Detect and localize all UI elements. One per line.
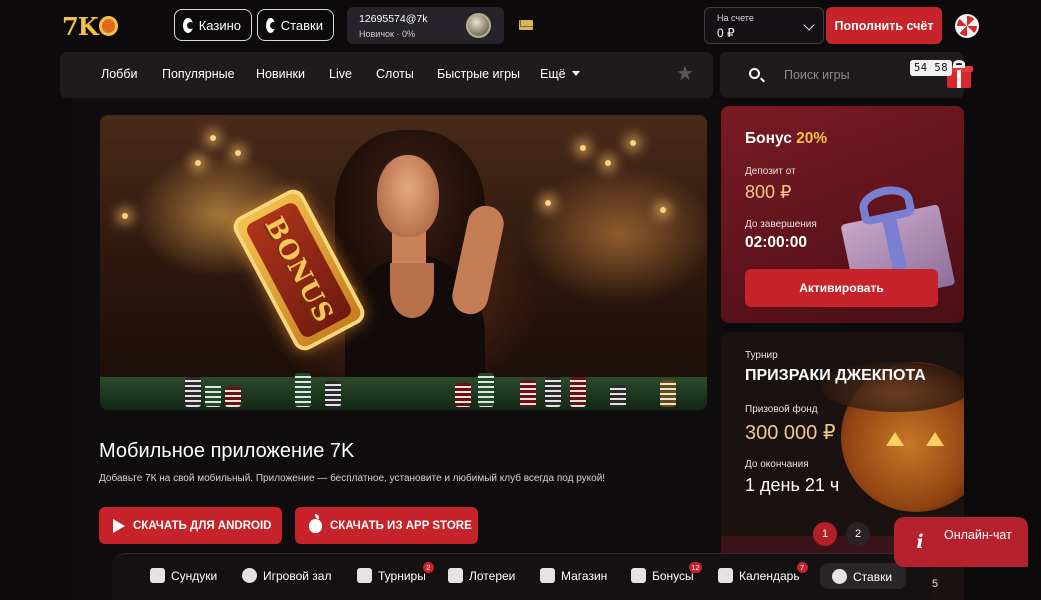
google-play-icon <box>113 518 125 533</box>
app-store-download-button[interactable]: СКАЧАТЬ ИЗ APP STORE <box>295 507 478 544</box>
hero-banner[interactable]: BONUS <box>100 115 707 410</box>
bonus-percent: 20% <box>796 130 828 147</box>
bonus-card-text: BONUS <box>258 212 340 328</box>
nav-more-label: Ещё <box>540 67 566 81</box>
bonus-title-prefix: Бонус <box>745 130 792 147</box>
fortune-wheel-icon[interactable] <box>955 14 979 38</box>
promo-description: Добавьте 7К на свой мобильный. Приложени… <box>99 473 606 484</box>
tournaments-badge: 2 <box>422 561 434 573</box>
bottom-item-label: Магазин <box>561 568 608 583</box>
bottom-item-label: Лотереи <box>469 568 516 583</box>
chevron-down-icon <box>803 19 815 31</box>
nav-item-more[interactable]: Ещё <box>540 67 580 81</box>
stray-text: 5 <box>932 578 939 590</box>
search-icon[interactable] <box>749 68 760 79</box>
user-id: 12695574@7k <box>359 13 428 25</box>
bonus-countdown: 02:00:00 <box>745 234 808 251</box>
bottom-item-label: Турниры <box>378 568 426 583</box>
carousel-page-2[interactable]: 2 <box>846 522 870 546</box>
bets-button[interactable]: Ставки <box>257 9 334 41</box>
nav-item-lobby[interactable]: Лобби <box>101 67 137 81</box>
carousel-page-1[interactable]: 1 <box>813 522 837 546</box>
promo-title: Мобильное приложение 7K <box>99 440 355 462</box>
user-profile[interactable]: 12695574@7k Новичок · 0% <box>347 7 504 44</box>
nav-item-popular[interactable]: Популярные <box>162 67 235 81</box>
bonus-deposit-value: 800 ₽ <box>745 182 792 202</box>
online-chat-button[interactable]: i Онлайн-чат <box>894 517 1028 567</box>
apple-icon <box>309 513 322 533</box>
bottom-item-game-hall[interactable]: Игровой зал <box>242 568 331 583</box>
ticket-icon <box>448 568 463 583</box>
chip-icon <box>242 568 257 583</box>
main-nav: Лобби Популярные Новинки Live Слоты Быст… <box>60 52 713 98</box>
favorites-star-icon[interactable]: ★ <box>676 64 694 84</box>
tournament-title: ПРИЗРАКИ ДЖЕКПОТА <box>745 367 926 384</box>
activate-bonus-button[interactable]: Активировать <box>745 269 938 307</box>
bottom-item-bonuses[interactable]: Бонусы 12 <box>631 561 702 583</box>
casino-page: 7K Казино Ставки 12695574@7k Новичок · 0… <box>0 0 1041 600</box>
top-bar: 7K Казино Ставки 12695574@7k Новичок · 0… <box>0 0 1041 50</box>
bonus-end-label: До завершения <box>745 219 817 230</box>
bottom-item-label: Ставки <box>853 569 893 584</box>
bottom-item-chests[interactable]: Сундуки <box>150 568 217 583</box>
ball-icon <box>832 569 847 584</box>
nav-item-new[interactable]: Новинки <box>256 67 305 81</box>
nav-item-fast-games[interactable]: Быстрые игры <box>437 67 520 81</box>
deposit-button[interactable]: Пополнить счёт <box>826 7 942 44</box>
chip-icon <box>183 17 194 33</box>
casino-button[interactable]: Казино <box>174 9 252 41</box>
chest-icon <box>150 568 165 583</box>
bottom-bar: Сундуки Игровой зал Турниры 2 Лотереи Ма… <box>112 553 932 600</box>
nav-item-slots[interactable]: Слоты <box>376 67 414 81</box>
bottom-item-lotteries[interactable]: Лотереи <box>448 568 515 583</box>
android-download-label: СКАЧАТЬ ДЛЯ ANDROID <box>133 519 272 532</box>
bottom-item-label: Сундуки <box>171 568 218 583</box>
bottom-item-label: Бонусы <box>652 568 694 583</box>
prize-fund-label: Призовой фонд <box>745 404 818 415</box>
nav-item-live[interactable]: Live <box>329 67 352 81</box>
caret-down-icon <box>571 71 580 76</box>
tournament-end-label: До окончания <box>745 459 809 470</box>
logo-text: 7K <box>62 11 99 41</box>
bonuses-badge: 12 <box>689 561 702 573</box>
bag-icon <box>540 568 555 583</box>
bottom-item-calendar[interactable]: Календарь 7 <box>718 561 808 583</box>
balance-label: На счете <box>717 13 754 23</box>
gift-timer: 54 58 <box>910 60 952 76</box>
gift-icon <box>631 568 646 583</box>
calendar-badge: 7 <box>796 561 808 573</box>
bottom-item-label: Календарь <box>739 568 800 583</box>
logo[interactable]: 7K <box>62 9 118 43</box>
balance-dropdown[interactable]: На счете 0 ₽ <box>704 7 824 44</box>
trophy-icon <box>357 568 372 583</box>
bonus-card: Бонус 20% Депозит от 800 ₽ До завершения… <box>721 106 964 323</box>
bottom-item-shop[interactable]: Магазин <box>540 568 607 583</box>
rank-medal-icon <box>466 13 491 38</box>
mail-icon[interactable] <box>519 20 533 30</box>
bets-label: Ставки <box>280 17 323 33</box>
bonus-deposit-label: Депозит от <box>745 166 796 177</box>
bottom-item-label: Игровой зал <box>263 568 332 583</box>
bottom-item-tournaments[interactable]: Турниры 2 <box>357 561 434 583</box>
prize-fund-value: 300 000 ₽ <box>745 422 836 444</box>
balance-value: 0 ₽ <box>717 26 735 40</box>
online-chat-label: Онлайн-чат <box>944 528 1012 542</box>
tournament-label: Турнир <box>745 350 778 361</box>
ball-icon <box>266 17 277 33</box>
calendar-icon <box>718 568 733 583</box>
bottom-item-bets[interactable]: Ставки <box>832 569 892 584</box>
info-icon: i <box>916 531 924 553</box>
tournament-end-value: 1 день 21 ч <box>745 475 840 495</box>
search-input[interactable] <box>784 64 924 86</box>
casino-label: Казино <box>198 17 241 33</box>
app-store-download-label: СКАЧАТЬ ИЗ APP STORE <box>330 519 472 532</box>
user-rank: Новичок · 0% <box>359 29 415 39</box>
pumpkin-logo-icon <box>98 16 118 36</box>
bonus-title: Бонус 20% <box>745 130 827 148</box>
android-download-button[interactable]: СКАЧАТЬ ДЛЯ ANDROID <box>99 507 282 544</box>
